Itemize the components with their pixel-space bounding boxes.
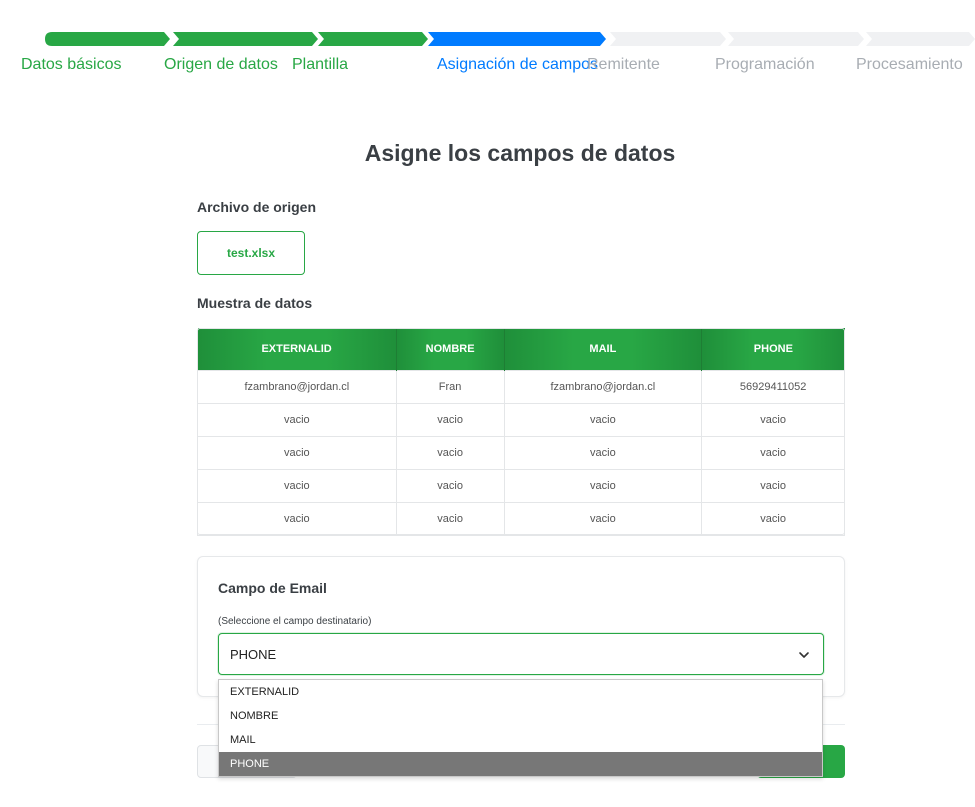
table-cell: vacio <box>503 468 703 503</box>
table-row: vacio vacio vacio vacio <box>197 501 845 536</box>
table-cell: vacio <box>701 402 845 437</box>
email-field-card: Campo de Email (Seleccione el campo dest… <box>197 556 845 697</box>
table-cell: vacio <box>197 435 397 470</box>
sample-data-table: EXTERNALID NOMBRE MAIL PHONE fzambrano@j… <box>197 328 845 536</box>
source-file-button[interactable]: test.xlsx <box>197 231 305 275</box>
step-label: Plantilla <box>292 56 349 73</box>
table-header-row: EXTERNALID NOMBRE MAIL PHONE <box>197 328 845 370</box>
table-cell: vacio <box>197 402 397 437</box>
step-label: Datos básicos <box>21 56 122 73</box>
step-bar <box>45 32 170 46</box>
column-header: PHONE <box>701 328 845 370</box>
table-row: fzambrano@jordan.cl Fran fzambrano@jorda… <box>197 369 845 404</box>
column-header: NOMBRE <box>396 328 505 370</box>
table-cell: vacio <box>395 402 505 437</box>
step-label: Asignación de campos <box>437 56 598 73</box>
step-bar <box>318 32 428 46</box>
table-row: vacio vacio vacio vacio <box>197 435 845 470</box>
chevron-down-icon <box>799 652 809 658</box>
table-cell: vacio <box>503 435 703 470</box>
table-cell: vacio <box>197 501 397 536</box>
table-cell: vacio <box>395 468 505 503</box>
select-value: PHONE <box>230 647 277 662</box>
stepper-bars <box>45 32 975 46</box>
email-field-dropdown: EXTERNALID NOMBRE MAIL PHONE <box>218 679 823 777</box>
table-cell: fzambrano@jordan.cl <box>503 369 703 404</box>
table-cell: vacio <box>395 435 505 470</box>
sample-data-label: Muestra de datos <box>197 295 313 311</box>
email-field-select[interactable]: PHONE <box>218 633 824 675</box>
dropdown-option-mail[interactable]: MAIL <box>219 728 822 752</box>
table-cell: vacio <box>701 501 845 536</box>
email-field-hint: (Seleccione el campo destinatario) <box>218 616 372 627</box>
source-file-label: Archivo de origen <box>197 199 317 215</box>
table-cell: vacio <box>197 468 397 503</box>
page-title: Asigne los campos de datos <box>364 140 676 166</box>
step-label: Remitente <box>587 56 660 73</box>
step-bar <box>866 32 975 46</box>
step-bar <box>428 32 606 46</box>
dropdown-option-phone[interactable]: PHONE <box>219 752 822 776</box>
table-cell: vacio <box>395 501 505 536</box>
dropdown-option-externalid[interactable]: EXTERNALID <box>219 680 822 704</box>
step-bar <box>728 32 864 46</box>
table-cell: Fran <box>395 369 505 404</box>
table-cell: vacio <box>701 468 845 503</box>
step-label: Origen de datos <box>164 56 278 73</box>
step-bar <box>610 32 726 46</box>
table-cell: vacio <box>701 435 845 470</box>
table-cell: fzambrano@jordan.cl <box>197 369 397 404</box>
table-cell: vacio <box>503 402 703 437</box>
table-row: vacio vacio vacio vacio <box>197 402 845 437</box>
table-cell: vacio <box>503 501 703 536</box>
table-cell: 56929411052 <box>701 369 845 404</box>
step-label: Programación <box>715 56 815 73</box>
dropdown-option-nombre[interactable]: NOMBRE <box>219 704 822 728</box>
step-label: Procesamiento <box>856 56 963 73</box>
progress-stepper: Datos básicos Origen de datos Plantilla Asi… <box>0 32 975 78</box>
step-bar <box>173 32 318 46</box>
email-field-title: Campo de Email <box>218 580 327 596</box>
column-header: MAIL <box>504 328 703 370</box>
table-row: vacio vacio vacio vacio <box>197 468 845 503</box>
column-header: EXTERNALID <box>197 328 397 370</box>
